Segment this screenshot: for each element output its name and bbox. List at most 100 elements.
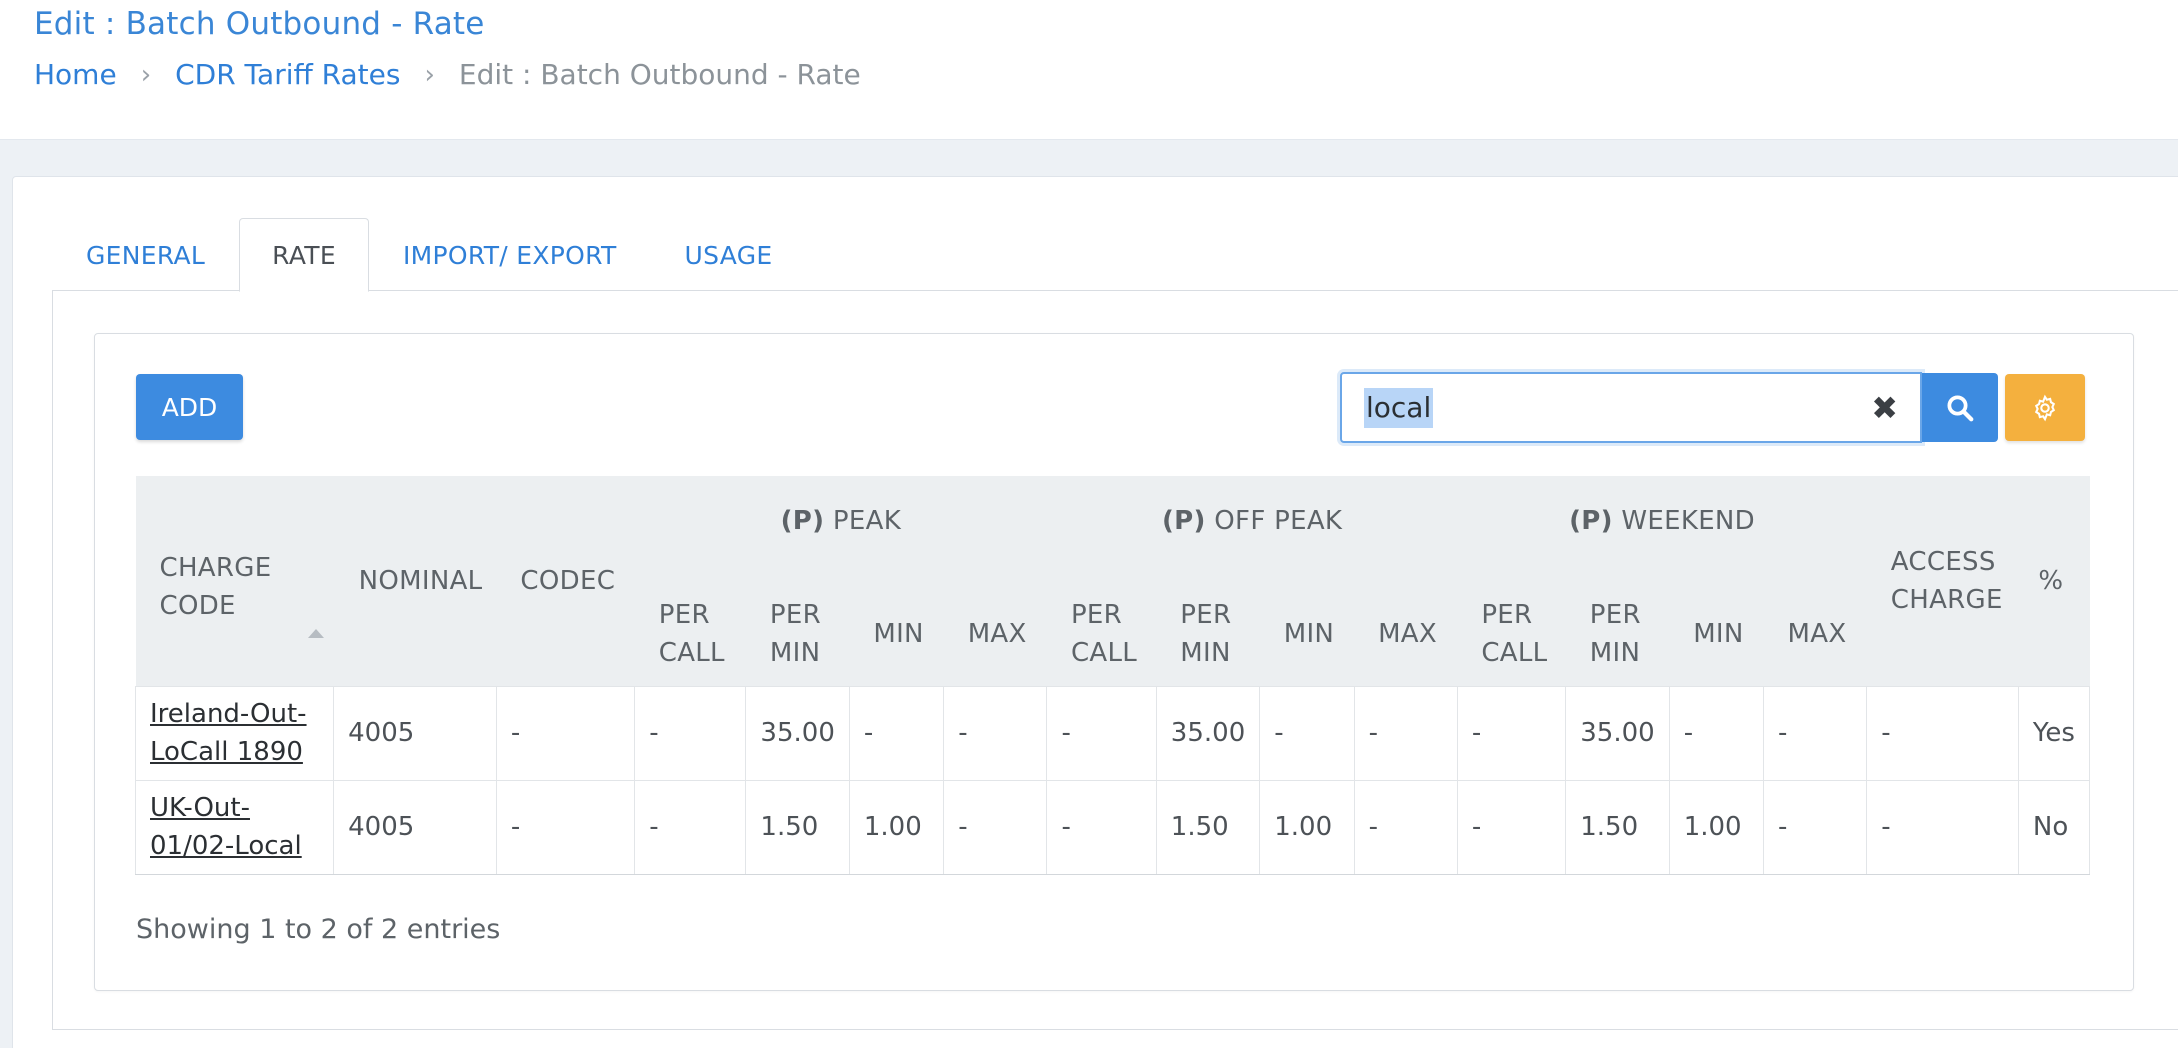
pence-prefix: (p): [780, 506, 825, 536]
col-label: MIN: [1589, 637, 1641, 668]
charge-code-part: Ireland-Out-: [150, 699, 307, 729]
col-peak-min[interactable]: MIN: [849, 566, 944, 686]
cell-charge-code: Ireland-Out- LoCall 1890: [134, 685, 335, 780]
cell-offpeak-min: 1.00: [1259, 779, 1355, 875]
cell-peak-per-min: 1.50: [745, 779, 850, 875]
cell-percent: No: [2018, 779, 2091, 875]
col-group-peak-label: PEAK: [832, 506, 902, 536]
col-charge-code-line2: CODE: [159, 591, 236, 622]
col-label: PER: [1589, 599, 1641, 630]
clear-icon[interactable]: ✖: [1871, 388, 1898, 428]
cell-peak-min: 1.00: [849, 779, 945, 875]
col-peak-per-call[interactable]: PER CALL: [634, 566, 746, 686]
cell-peak-per-call: -: [634, 779, 747, 875]
sort-asc-icon: [307, 629, 324, 639]
col-nominal[interactable]: NOMINAL: [333, 476, 497, 686]
col-weekend-max[interactable]: MAX: [1763, 566, 1867, 686]
col-label: MIN: [1180, 637, 1231, 668]
cell-offpeak-per-min: 1.50: [1156, 779, 1261, 875]
cell-access-charge: -: [1866, 779, 2019, 875]
col-group-weekend: (p) WEEKEND: [1457, 476, 1867, 566]
col-peak-per-min[interactable]: PER MIN: [745, 566, 850, 686]
cell-offpeak-per-min: 35.00: [1156, 685, 1261, 780]
cell-codec: -: [496, 685, 636, 780]
pence-prefix: (p): [1161, 506, 1206, 536]
pence-prefix: (p): [1569, 506, 1613, 536]
cell-codec: -: [496, 779, 636, 875]
tab-usage[interactable]: USAGE: [651, 218, 807, 292]
cell-nominal: 4005: [333, 685, 497, 780]
col-offpeak-per-call[interactable]: PER CALL: [1046, 566, 1157, 686]
col-charge-code-line1: CHARGE: [159, 553, 272, 584]
cell-nominal: 4005: [333, 779, 497, 875]
cell-offpeak-per-call: -: [1046, 779, 1157, 875]
gear-icon: [2034, 394, 2056, 421]
col-weekend-per-min[interactable]: PER MIN: [1565, 566, 1670, 686]
col-access-charge[interactable]: ACCESS CHARGE: [1866, 476, 2019, 686]
breadcrumb-current: Edit : Batch Outbound - Rate: [458, 58, 861, 91]
cell-percent: Yes: [2018, 685, 2091, 780]
cell-offpeak-per-call: -: [1046, 685, 1157, 780]
col-offpeak-max[interactable]: MAX: [1354, 566, 1458, 686]
col-label: CALL: [1481, 637, 1548, 668]
settings-button[interactable]: [2005, 374, 2085, 441]
page-header: Edit : Batch Outbound - Rate Home › CDR …: [0, 0, 2178, 140]
cell-peak-max: -: [943, 685, 1048, 780]
col-group-offpeak: (p) OFF PEAK: [1046, 476, 1458, 566]
cell-charge-code: UK-Out- 01/02-Local: [134, 779, 335, 875]
cell-offpeak-min: -: [1259, 685, 1355, 780]
charge-code-link[interactable]: Ireland-Out- LoCall 1890: [150, 699, 307, 767]
tab-rate[interactable]: RATE: [239, 218, 369, 292]
cell-weekend-per-call: -: [1457, 779, 1567, 875]
charge-code-part: LoCall 1890: [150, 737, 303, 767]
col-label: PER: [1481, 599, 1533, 630]
col-group-offpeak-label: OFF PEAK: [1214, 506, 1343, 536]
charge-code-link[interactable]: UK-Out- 01/02-Local: [150, 793, 302, 861]
col-label: PER: [1070, 599, 1123, 630]
cell-peak-max: -: [943, 779, 1048, 875]
cell-offpeak-max: -: [1354, 779, 1458, 875]
chevron-right-icon: ›: [424, 59, 435, 90]
add-button[interactable]: ADD: [136, 374, 243, 440]
rates-table: CHARGE CODE NOMINAL CODEC (p) PEAK (p) O…: [134, 476, 2091, 875]
tab-import-export[interactable]: IMPORT/ EXPORT: [369, 218, 651, 292]
search-icon: [1947, 395, 1974, 421]
col-offpeak-min[interactable]: MIN: [1259, 566, 1355, 686]
breadcrumb-home-link[interactable]: Home: [34, 58, 117, 91]
page-title: Edit : Batch Outbound - Rate: [34, 6, 485, 42]
chevron-right-icon: ›: [140, 59, 152, 90]
cell-peak-per-call: -: [634, 685, 747, 780]
col-weekend-per-call[interactable]: PER CALL: [1457, 566, 1566, 686]
cell-weekend-per-call: -: [1457, 685, 1567, 780]
table-info: Showing 1 to 2 of 2 entries: [136, 914, 501, 945]
col-label: CALL: [1070, 637, 1138, 668]
col-label: CALL: [658, 637, 725, 668]
col-peak-max[interactable]: MAX: [943, 566, 1047, 686]
cell-peak-per-min: 35.00: [745, 685, 850, 780]
tab-general[interactable]: GENERAL: [52, 218, 239, 292]
col-group-peak: (p) PEAK: [634, 476, 1047, 566]
cell-weekend-per-min: 1.50: [1565, 779, 1670, 875]
cell-access-charge: -: [1866, 685, 2019, 780]
charge-code-part: 01/02-Local: [150, 831, 302, 861]
breadcrumb: Home › CDR Tariff Rates › Edit : Batch O…: [34, 58, 861, 91]
cell-weekend-max: -: [1763, 779, 1868, 875]
col-group-weekend-label: WEEKEND: [1621, 506, 1756, 536]
search-button[interactable]: [1922, 373, 1998, 442]
col-access-charge-line1: ACCESS: [1890, 546, 1996, 577]
cell-offpeak-max: -: [1354, 685, 1458, 780]
col-label: PER: [1180, 599, 1232, 630]
search-input[interactable]: [1364, 389, 1844, 427]
col-offpeak-per-min[interactable]: PER MIN: [1156, 566, 1260, 686]
breadcrumb-cdr-tariff-rates-link[interactable]: CDR Tariff Rates: [175, 58, 400, 91]
col-weekend-min[interactable]: MIN: [1669, 566, 1764, 686]
search-box: local ✖: [1340, 372, 1922, 443]
col-access-charge-line2: CHARGE: [1890, 584, 2003, 615]
table-row: Ireland-Out- LoCall 1890 4005 - - 35.00 -…: [134, 685, 2091, 780]
col-codec[interactable]: CODEC: [496, 476, 635, 686]
col-label: PER: [658, 599, 710, 630]
col-charge-code[interactable]: CHARGE CODE: [135, 476, 334, 686]
col-percent[interactable]: %: [2018, 476, 2090, 686]
col-label: PER: [769, 599, 821, 630]
cell-peak-min: -: [849, 685, 945, 780]
